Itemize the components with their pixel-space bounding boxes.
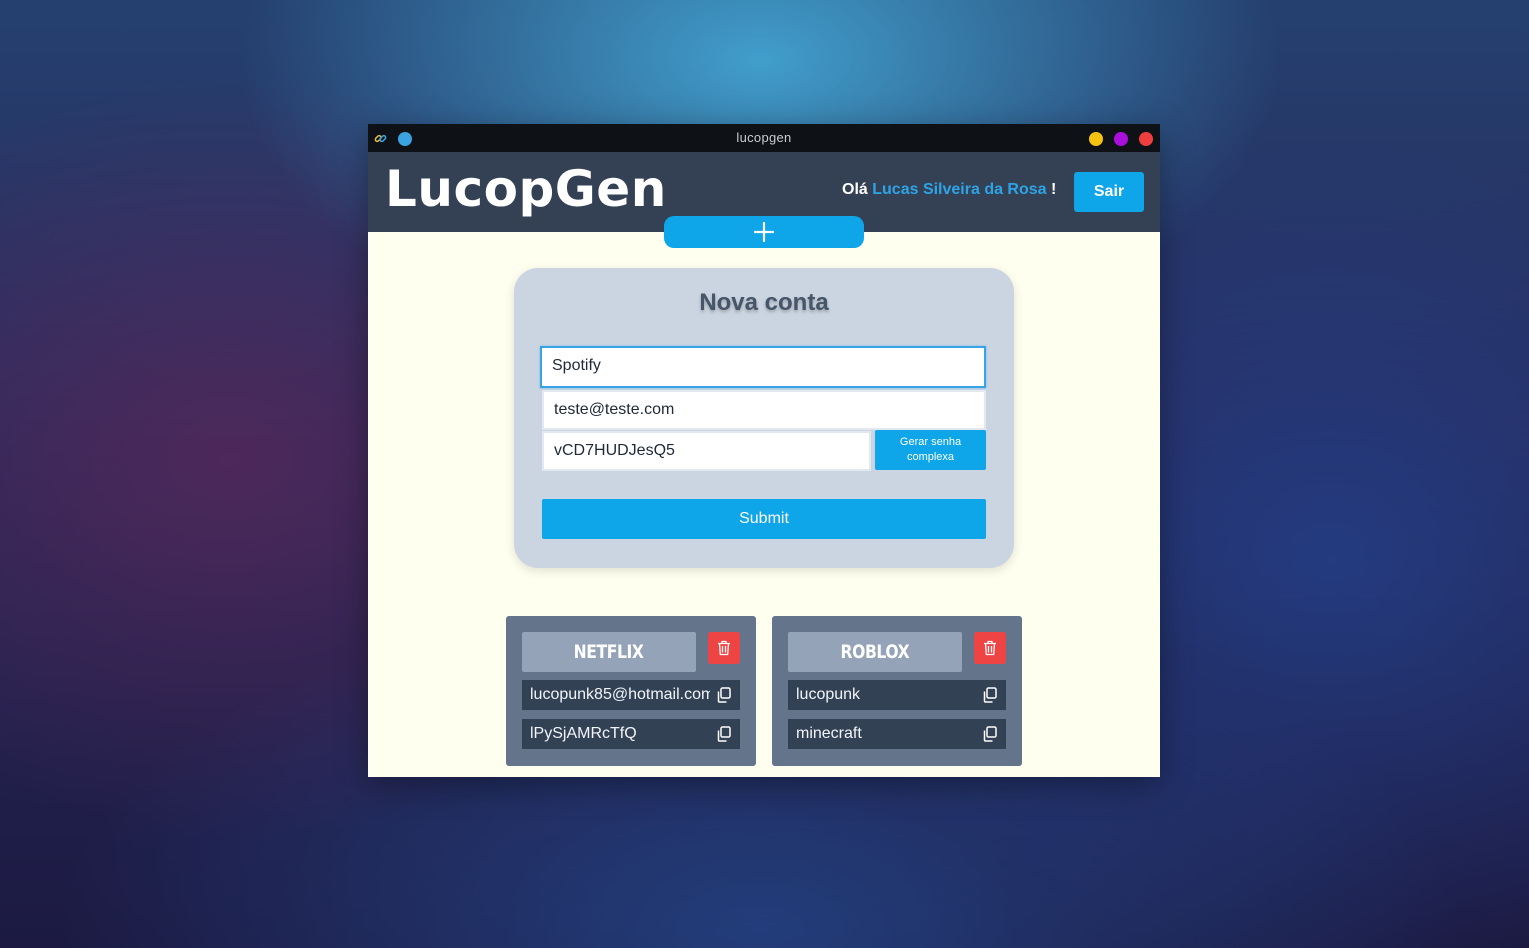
window-title: lucopgen — [736, 130, 792, 145]
new-account-form: Nova conta Spotify teste@teste.com vCD7H… — [514, 268, 1014, 568]
greeting-prefix: Olá — [842, 181, 868, 198]
site-input[interactable]: Spotify — [540, 346, 986, 388]
password-row: lPySjAMRcTfQ — [522, 719, 740, 749]
copy-icon[interactable] — [981, 725, 999, 743]
add-account-button[interactable] — [664, 216, 864, 248]
account-password: minecraft — [796, 725, 862, 742]
copy-icon[interactable] — [981, 686, 999, 704]
close-button[interactable] — [1139, 132, 1153, 146]
username-row: lucopunk85@hotmail.com — [522, 680, 740, 710]
logout-button[interactable]: Sair — [1074, 172, 1144, 212]
greeting: Olá Lucas Silveira da Rosa ! — [842, 181, 1056, 199]
account-password: lPySjAMRcTfQ — [530, 725, 637, 742]
account-username: lucopunk85@hotmail.com — [530, 686, 710, 703]
user-name: Lucas Silveira da Rosa — [872, 181, 1047, 198]
delete-account-button[interactable] — [974, 632, 1006, 664]
account-card: ROBLOX lucopunk minecraft — [772, 616, 1022, 766]
form-title: Nova conta — [699, 289, 829, 316]
account-card: NETFLIX lucopunk85@hotmail.com lPySjAMRc… — [506, 616, 756, 766]
delete-account-button[interactable] — [708, 632, 740, 664]
minimize-button[interactable] — [1089, 132, 1103, 146]
trash-icon — [718, 640, 730, 656]
username-input[interactable]: teste@teste.com — [542, 390, 986, 430]
account-username: lucopunk — [796, 686, 861, 703]
copy-icon[interactable] — [715, 686, 733, 704]
greeting-suffix: ! — [1051, 181, 1057, 198]
account-name: NETFLIX — [522, 632, 696, 672]
username-row: lucopunk — [788, 680, 1006, 710]
account-name: ROBLOX — [788, 632, 962, 672]
submit-button[interactable]: Submit — [542, 499, 986, 539]
plus-icon — [753, 221, 775, 243]
password-row: minecraft — [788, 719, 1006, 749]
app-logo: LucopGen — [385, 160, 667, 218]
title-bar: lucopgen — [368, 124, 1160, 152]
maximize-button[interactable] — [1114, 132, 1128, 146]
copy-icon[interactable] — [715, 725, 733, 743]
trash-icon — [984, 640, 996, 656]
password-input[interactable]: vCD7HUDJesQ5 — [542, 431, 871, 471]
generate-password-button[interactable]: Gerar senha complexa — [875, 430, 986, 470]
app-window: lucopgen LucopGen Olá Lucas Silveira da … — [368, 124, 1160, 777]
